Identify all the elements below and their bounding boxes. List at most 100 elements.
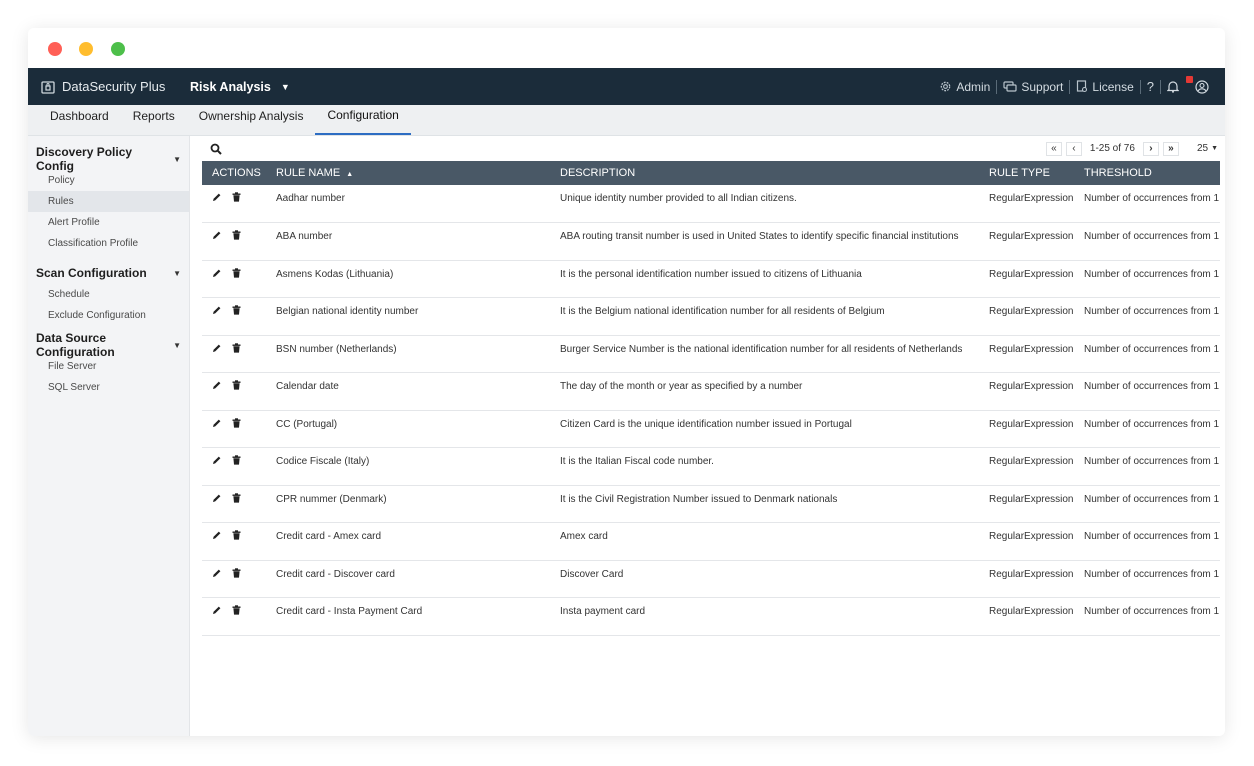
chevron-down-icon: ▼ — [173, 340, 181, 350]
delete-icon[interactable] — [232, 192, 241, 207]
tab-reports[interactable]: Reports — [121, 104, 187, 135]
last-page-button[interactable]: » — [1162, 141, 1179, 156]
main-content: « ‹ 1-25 of 76 › » 25 ▼ ACTIONS RULE NAM… — [202, 136, 1222, 736]
table-row[interactable]: Credit card - Insta Payment Card Insta pa… — [202, 598, 1220, 635]
table-row[interactable]: Belgian national identity number It is th… — [202, 298, 1220, 335]
description-cell: It is the Civil Registration Number issu… — [560, 493, 838, 505]
threshold-cell: Number of occurrences from 1 — [1084, 343, 1220, 355]
delete-icon[interactable] — [232, 417, 241, 433]
sidebar-item-classification-profile[interactable]: Classification Profile — [28, 233, 189, 254]
admin-link[interactable]: Admin — [933, 80, 996, 94]
minimize-window-button[interactable] — [79, 42, 93, 56]
search-icon[interactable] — [210, 143, 222, 155]
sidebar-group-discovery-policy-config[interactable]: Discovery Policy Config ▼ — [28, 145, 189, 173]
sidebar-item-schedule[interactable]: Schedule — [28, 284, 189, 305]
tab-dashboard[interactable]: Dashboard — [38, 104, 121, 135]
help-button[interactable]: ? — [1141, 79, 1160, 94]
table-row[interactable]: CC (Portugal) Citizen Card is the unique … — [202, 410, 1220, 448]
edit-icon[interactable] — [212, 343, 222, 358]
column-header-actions: ACTIONS — [212, 167, 261, 179]
delete-icon[interactable] — [232, 267, 241, 283]
close-window-button[interactable] — [48, 42, 62, 56]
table-row[interactable]: Credit card - Discover card Discover Card… — [202, 560, 1220, 598]
rule-type-cell: RegularExpression — [989, 343, 1074, 355]
rule-name-cell: Credit card - Amex card — [276, 531, 382, 542]
previous-page-button[interactable]: ‹ — [1065, 141, 1082, 156]
sidebar: Discovery Policy Config ▼ Policy Rules A… — [28, 136, 190, 736]
threshold-cell: Number of occurrences from 1 — [1084, 531, 1220, 542]
license-link[interactable]: License — [1070, 80, 1139, 94]
rule-name-cell: Aadhar number — [276, 193, 345, 204]
license-label: License — [1092, 79, 1134, 94]
rule-name-cell: Belgian national identity number — [276, 306, 419, 317]
table-row[interactable]: Aadhar number Unique identity number prov… — [202, 185, 1220, 223]
sidebar-item-exclude-configuration[interactable]: Exclude Configuration — [28, 305, 189, 326]
sidebar-item-alert-profile[interactable]: Alert Profile — [28, 212, 189, 233]
sidebar-item-policy[interactable]: Policy — [28, 170, 189, 191]
edit-icon[interactable] — [212, 418, 222, 433]
maximize-window-button[interactable] — [111, 42, 125, 56]
first-page-button[interactable]: « — [1045, 141, 1062, 156]
tab-ownership-analysis[interactable]: Ownership Analysis — [187, 104, 316, 135]
pagination: « ‹ 1-25 of 76 › » 25 ▼ — [1044, 136, 1218, 161]
row-actions — [202, 485, 266, 523]
edit-icon[interactable] — [212, 380, 222, 395]
sidebar-group-data-source-configuration[interactable]: Data Source Configuration ▼ — [28, 331, 189, 359]
top-navigation-bar: DataSecurity Plus Risk Analysis ▼ Admin … — [28, 68, 1225, 105]
edit-icon[interactable] — [212, 493, 222, 508]
threshold-cell: Number of occurrences from 1 — [1084, 568, 1220, 580]
table-row[interactable]: ABA number ABA routing transit number is … — [202, 223, 1220, 260]
module-selector[interactable]: Risk Analysis ▼ — [178, 68, 290, 105]
brand-logo[interactable]: DataSecurity Plus — [28, 68, 178, 105]
tab-configuration[interactable]: Configuration — [315, 104, 411, 135]
edit-icon[interactable] — [212, 305, 222, 320]
delete-icon[interactable] — [232, 380, 241, 395]
sidebar-item-file-server[interactable]: File Server — [28, 356, 189, 377]
datasecurity-logo-icon — [41, 80, 55, 94]
edit-icon[interactable] — [212, 268, 222, 283]
delete-icon[interactable] — [232, 567, 241, 583]
edit-icon[interactable] — [212, 605, 222, 620]
rules-table: ACTIONS RULE NAME ▲ DESCRIPTION RULE TYPE… — [202, 161, 1220, 636]
delete-icon[interactable] — [232, 605, 241, 620]
delete-icon[interactable] — [232, 530, 241, 545]
table-row[interactable]: Asmens Kodas (Lithuania) It is the person… — [202, 260, 1220, 298]
table-row[interactable]: Calendar date The day of the month or yea… — [202, 373, 1220, 410]
edit-icon[interactable] — [212, 530, 222, 545]
delete-icon[interactable] — [232, 342, 241, 358]
edit-icon[interactable] — [212, 455, 222, 470]
sidebar-item-rules[interactable]: Rules — [28, 191, 189, 212]
user-profile-button[interactable] — [1189, 79, 1219, 94]
threshold-cell: Number of occurrences from 1 — [1084, 193, 1220, 204]
row-actions — [202, 523, 266, 561]
delete-icon[interactable] — [232, 305, 241, 320]
table-header-row: ACTIONS RULE NAME ▲ DESCRIPTION RULE TYPE… — [202, 161, 1220, 185]
table-row[interactable]: Codice Fiscale (Italy) It is the Italian … — [202, 448, 1220, 485]
delete-icon[interactable] — [232, 455, 241, 470]
support-link[interactable]: Support — [997, 80, 1069, 94]
app-window: DataSecurity Plus Risk Analysis ▼ Admin … — [28, 28, 1225, 736]
delete-icon[interactable] — [232, 492, 241, 508]
window-titlebar — [28, 28, 1225, 68]
threshold-cell: Number of occurrences from 1 — [1084, 268, 1220, 280]
row-actions — [202, 560, 266, 598]
page-size-select[interactable]: 25 ▼ — [1197, 143, 1218, 154]
table-row[interactable]: Credit card - Amex card Amex card RegularE… — [202, 523, 1220, 561]
edit-icon[interactable] — [212, 192, 222, 207]
description-cell: Insta payment card — [560, 606, 646, 617]
admin-gear-icon — [941, 81, 951, 92]
delete-icon[interactable] — [232, 230, 241, 245]
rule-type-cell: RegularExpression — [989, 606, 1074, 617]
notification-badge — [1186, 76, 1193, 83]
table-row[interactable]: BSN number (Netherlands) Burger Service N… — [202, 335, 1220, 373]
notifications-button[interactable] — [1161, 76, 1193, 93]
module-name: Risk Analysis — [190, 79, 271, 94]
edit-icon[interactable] — [212, 230, 222, 245]
next-page-button[interactable]: › — [1142, 141, 1159, 156]
rule-type-cell: RegularExpression — [989, 306, 1074, 317]
column-header-rule-name[interactable]: RULE NAME ▲ — [266, 161, 550, 185]
table-row[interactable]: CPR nummer (Denmark) It is the Civil Regi… — [202, 485, 1220, 523]
sidebar-group-scan-configuration[interactable]: Scan Configuration ▼ — [28, 262, 189, 284]
edit-icon[interactable] — [212, 568, 222, 583]
sidebar-item-sql-server[interactable]: SQL Server — [28, 377, 189, 398]
